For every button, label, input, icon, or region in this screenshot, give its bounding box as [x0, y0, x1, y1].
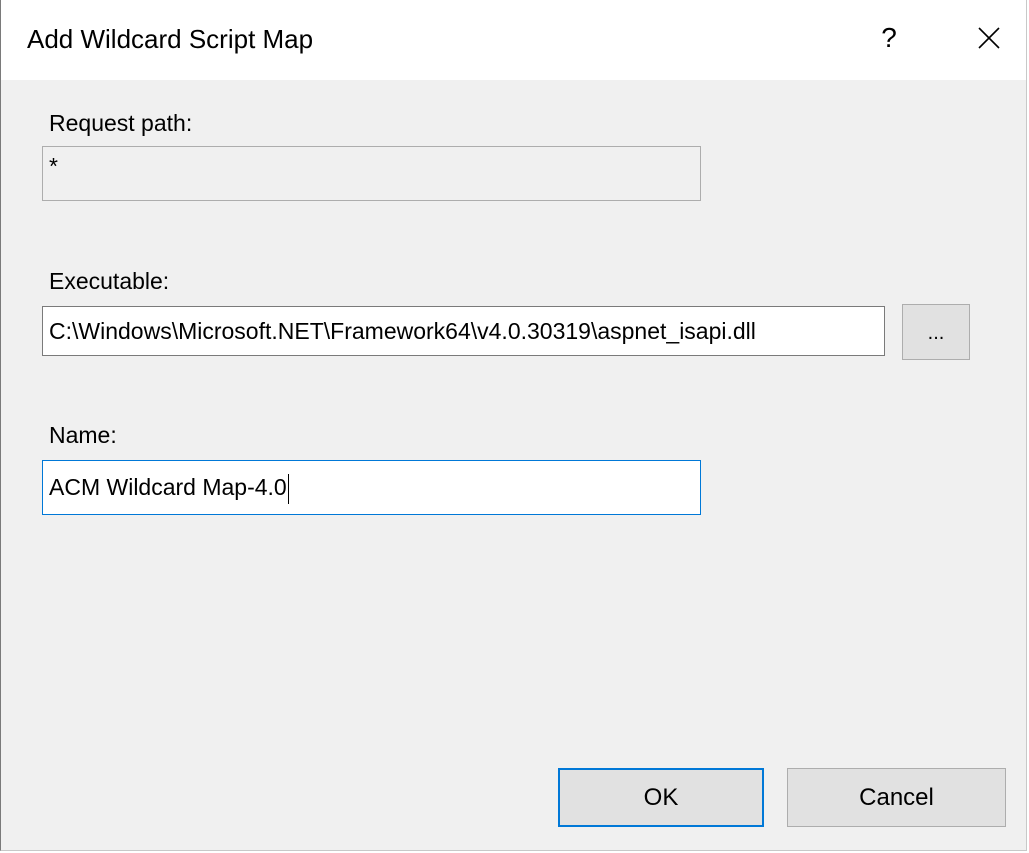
help-button[interactable]: ? — [869, 18, 909, 58]
text-caret — [287, 473, 289, 504]
request-path-field: * — [42, 146, 701, 201]
browse-button[interactable]: ... — [902, 304, 970, 360]
executable-field[interactable]: C:\Windows\Microsoft.NET\Framework64\v4.… — [42, 306, 885, 356]
close-icon — [978, 27, 1000, 49]
name-label: Name: — [49, 422, 117, 448]
name-field[interactable]: ACM Wildcard Map-4.0 — [42, 460, 701, 515]
dialog-title: Add Wildcard Script Map — [27, 24, 314, 54]
cancel-button[interactable]: Cancel — [787, 768, 1006, 827]
title-bar[interactable]: Add Wildcard Script Map ? — [1, 0, 1026, 80]
request-path-label: Request path: — [49, 110, 193, 136]
name-field-value: ACM Wildcard Map-4.0 — [49, 474, 287, 500]
executable-label: Executable: — [49, 268, 170, 294]
ok-button[interactable]: OK — [558, 768, 764, 827]
close-button[interactable] — [967, 18, 1011, 58]
add-wildcard-script-map-dialog: Add Wildcard Script Map ? Request path: … — [0, 0, 1027, 851]
